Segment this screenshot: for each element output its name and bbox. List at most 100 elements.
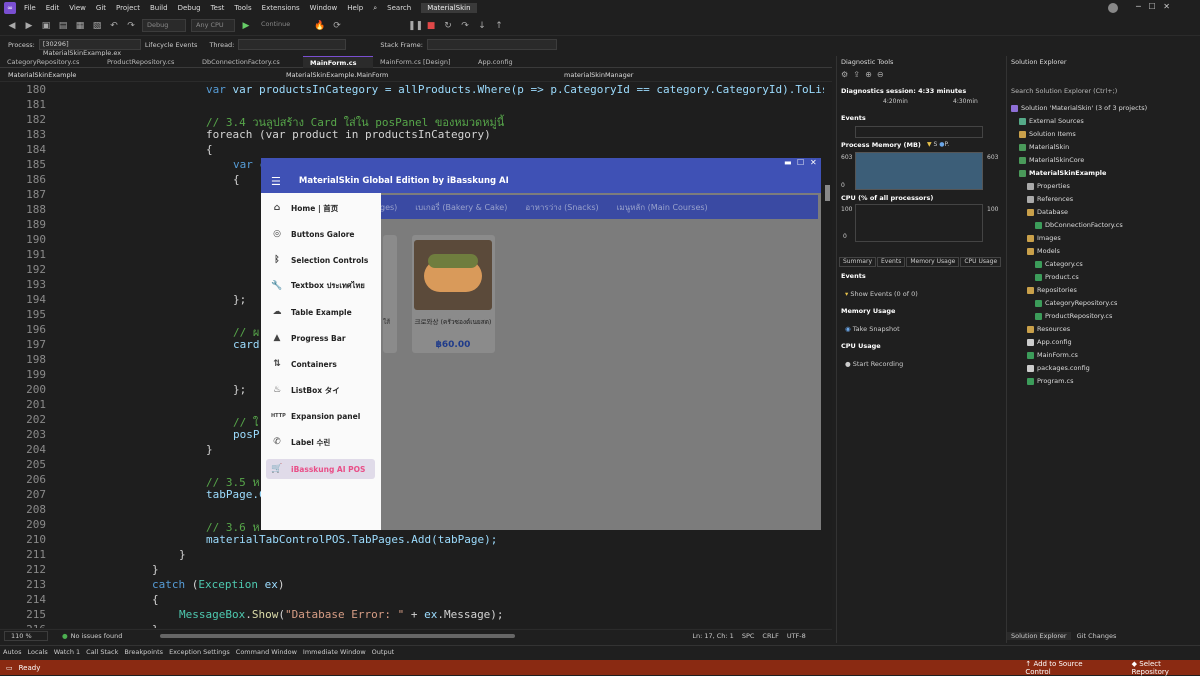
drawer-item-label[interactable]: ✆ Label 수린 (261, 432, 381, 452)
stop-icon[interactable]: ■ (425, 20, 437, 32)
menu-build[interactable]: Build (150, 4, 168, 12)
search-icon[interactable]: ⌕ (373, 4, 377, 13)
drawer-item-buttons[interactable]: ◎ Buttons Galore (261, 224, 381, 244)
process-dropdown[interactable]: [30296] MaterialSkinExample.ex (38, 39, 141, 57)
back-icon[interactable]: ◀ (6, 20, 18, 32)
tab-cpu-usage[interactable]: CPU Usage (960, 257, 1002, 267)
drawer-item-table[interactable]: ☁ Table Example (261, 302, 381, 322)
tree-item[interactable]: CategoryRepository.cs (1035, 299, 1117, 307)
tab-summary[interactable]: Summary (839, 257, 876, 267)
thread-dropdown[interactable] (238, 39, 347, 50)
pause-icon[interactable]: ❚❚ (408, 20, 423, 32)
redo-icon[interactable]: ↷ (125, 20, 137, 32)
maximize-icon[interactable]: ☐ (1148, 2, 1155, 11)
vertical-scrollbar[interactable] (824, 82, 832, 628)
drawer-item-containers[interactable]: ⇅ Containers (261, 354, 381, 374)
tab-events[interactable]: Events (877, 257, 906, 267)
menu-view[interactable]: View (69, 4, 86, 12)
tree-item[interactable]: External Sources (1019, 117, 1084, 125)
tab-watch[interactable]: Watch 1 (54, 648, 80, 656)
tree-item[interactable]: packages.config (1027, 364, 1090, 372)
config-dropdown[interactable]: Debug (142, 19, 186, 32)
menu-tools[interactable]: Tools (234, 4, 251, 12)
tab-call-stack[interactable]: Call Stack (86, 648, 118, 656)
menu-git[interactable]: Git (96, 4, 106, 12)
menu-edit[interactable]: Edit (46, 4, 60, 12)
tab-product-repository[interactable]: ProductRepository.cs (100, 56, 195, 68)
menu-file[interactable]: File (24, 4, 36, 12)
tab-db-connection-factory[interactable]: DbConnectionFactory.cs (195, 56, 303, 68)
show-events-link[interactable]: ▾ Show Events (0 of 0) (845, 290, 918, 298)
tree-item[interactable]: MainForm.cs (1027, 351, 1078, 359)
tab-breakpoints[interactable]: Breakpoints (124, 648, 163, 656)
step-into-icon[interactable]: ↓ (476, 20, 488, 32)
drawer-item-pos[interactable]: 🛒 iBasskung AI POS (266, 459, 375, 479)
tree-item[interactable]: Models (1027, 247, 1060, 255)
tree-item[interactable]: MaterialSkin (1019, 143, 1069, 151)
menu-test[interactable]: Test (211, 4, 225, 12)
encoding-indicator[interactable]: UTF-8 (787, 632, 806, 640)
drawer-item-expansion[interactable]: HTTP Expansion panel (261, 406, 381, 426)
tree-item[interactable]: Category.cs (1035, 260, 1083, 268)
tree-item[interactable]: Product.cs (1035, 273, 1079, 281)
product-card-partial[interactable] (383, 235, 397, 353)
tree-item[interactable]: App.config (1027, 338, 1072, 346)
start-recording-button[interactable]: ● Start Recording (845, 360, 903, 368)
member-dropdown[interactable]: materialSkinManager (550, 71, 633, 79)
settings-icon[interactable]: ⚙ (841, 70, 848, 79)
avatar[interactable] (1108, 3, 1118, 13)
new-project-icon[interactable]: ▣ (40, 20, 52, 32)
tab-output[interactable]: Output (372, 648, 395, 656)
menu-debug[interactable]: Debug (178, 4, 201, 12)
search-menu[interactable]: Search (387, 4, 411, 12)
spacing-indicator[interactable]: SPC (742, 632, 755, 640)
tab-exception-settings[interactable]: Exception Settings (169, 648, 230, 656)
line-ending-indicator[interactable]: CRLF (762, 632, 778, 640)
drawer-item-selection[interactable]: ᛒ Selection Controls (261, 250, 381, 270)
solution-search-input[interactable]: Search Solution Explorer (Ctrl+;) (1011, 87, 1197, 98)
tab-locals[interactable]: Locals (27, 648, 47, 656)
lifecycle-events-button[interactable]: Lifecycle Events (145, 41, 198, 49)
tab-solution-explorer[interactable]: Solution Explorer (1007, 632, 1071, 640)
app-maximize-icon[interactable]: ☐ (797, 158, 804, 167)
tab-mainform-cs[interactable]: MainForm.cs (303, 55, 373, 68)
tree-item[interactable]: Solution 'MaterialSkin' (3 of 3 projects… (1011, 104, 1147, 112)
issues-status[interactable]: No issues found (71, 632, 123, 640)
refresh-icon[interactable]: ⟳ (331, 20, 343, 32)
tree-item[interactable]: Solution Items (1019, 130, 1076, 138)
tab-autos[interactable]: Autos (3, 648, 21, 656)
open-icon[interactable]: ▤ (57, 20, 69, 32)
tree-item[interactable]: Images (1027, 234, 1061, 242)
export-icon[interactable]: ⇪ (853, 70, 860, 79)
undo-icon[interactable]: ↶ (108, 20, 120, 32)
stack-frame-dropdown[interactable] (426, 39, 557, 50)
tab-bakery[interactable]: เบเกอรี่ (Bakery & Cake) (415, 201, 507, 214)
save-all-icon[interactable]: ▧ (91, 20, 103, 32)
tab-command-window[interactable]: Command Window (236, 648, 297, 656)
tab-immediate-window[interactable]: Immediate Window (303, 648, 366, 656)
project-dropdown[interactable]: MaterialSkinExample (0, 71, 280, 79)
tab-memory-usage[interactable]: Memory Usage (906, 257, 960, 267)
app-close-icon[interactable]: ✕ (810, 158, 817, 167)
restart-icon[interactable]: ↻ (442, 20, 454, 32)
tree-item[interactable]: References (1027, 195, 1073, 203)
class-dropdown[interactable]: MaterialSkinExample.MainForm (280, 71, 550, 79)
tab-main-courses[interactable]: เมนูหลัก (Main Courses) (617, 201, 708, 214)
menu-window[interactable]: Window (310, 4, 338, 12)
tree-item[interactable]: DbConnectionFactory.cs (1035, 221, 1123, 229)
menu-project[interactable]: Project (116, 4, 140, 12)
tree-item[interactable]: Resources (1027, 325, 1070, 333)
zoom-out-icon[interactable]: ⊖ (877, 70, 884, 79)
take-snapshot-button[interactable]: ◉ Take Snapshot (845, 325, 900, 333)
tree-item[interactable]: MaterialSkinExample (1019, 169, 1106, 177)
vertical-scroll-thumb[interactable] (825, 185, 830, 201)
add-source-control-button[interactable]: ↑ Add to Source Control (1025, 660, 1109, 676)
tab-mainform-design[interactable]: MainForm.cs [Design] (373, 56, 471, 68)
platform-dropdown[interactable]: Any CPU (191, 19, 235, 32)
tab-category-repository[interactable]: CategoryRepository.cs (0, 56, 100, 68)
continue-button[interactable]: Continue (257, 19, 309, 32)
select-repository-button[interactable]: ◆ Select Repository (1132, 660, 1200, 676)
menu-help[interactable]: Help (347, 4, 363, 12)
step-over-icon[interactable]: ↷ (459, 20, 471, 32)
zoom-in-icon[interactable]: ⊕ (865, 70, 872, 79)
